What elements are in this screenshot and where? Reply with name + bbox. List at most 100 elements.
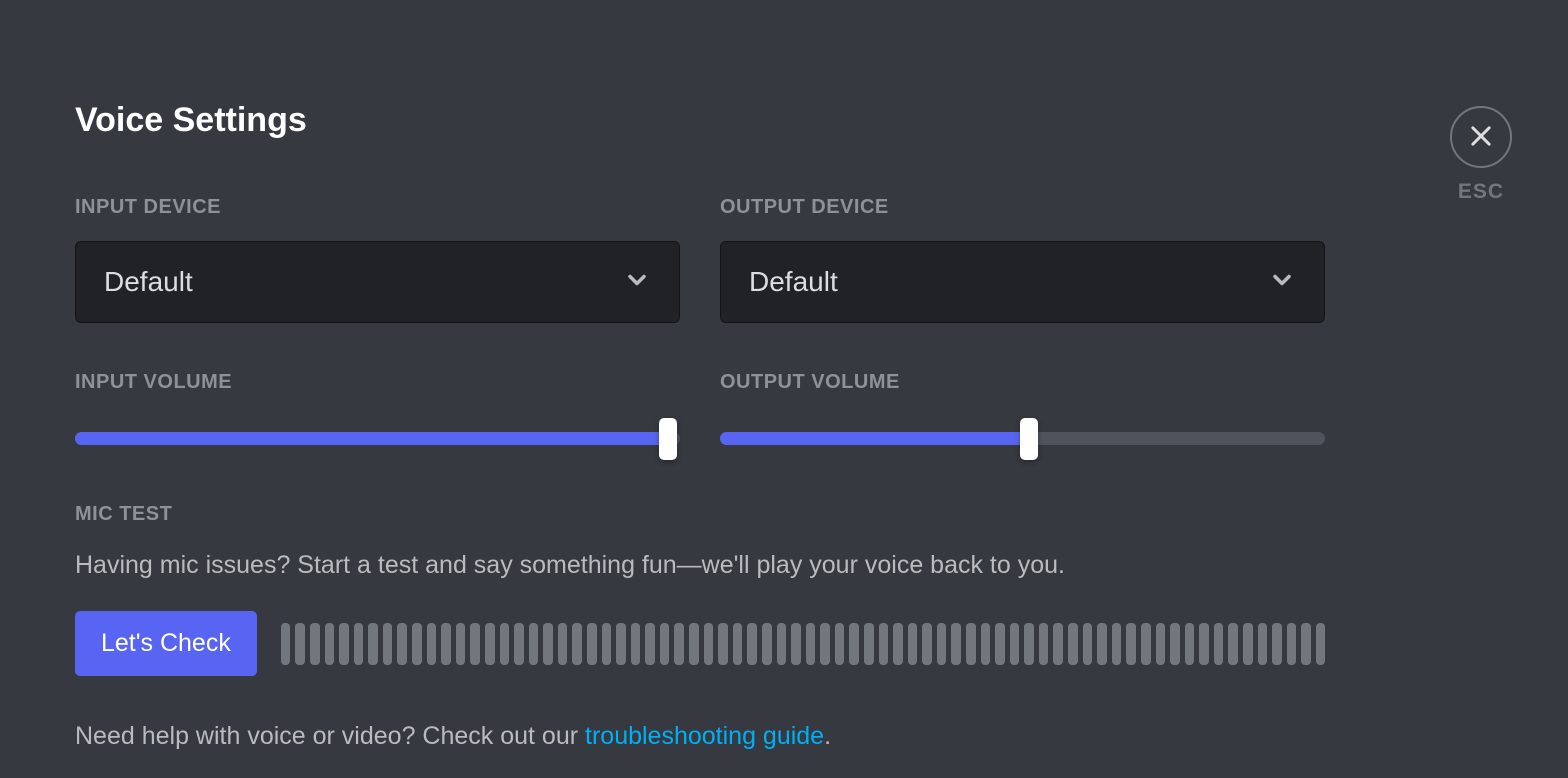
mic-level-bar xyxy=(543,623,553,665)
mic-level-bar xyxy=(441,623,451,665)
mic-level-bar xyxy=(514,623,524,665)
mic-level-bar xyxy=(937,623,947,665)
mic-level-bar xyxy=(966,623,976,665)
mic-level-bar xyxy=(631,623,641,665)
input-device-value: Default xyxy=(104,266,193,298)
mic-level-bar xyxy=(1287,623,1297,665)
output-volume-slider[interactable] xyxy=(720,432,1325,445)
mic-level-meter xyxy=(281,623,1325,665)
mic-level-bar xyxy=(1170,623,1180,665)
output-device-label: OUTPUT DEVICE xyxy=(720,196,1325,219)
mic-level-bar xyxy=(1272,623,1282,665)
output-volume-fill xyxy=(720,432,1029,445)
help-prefix: Need help with voice or video? Check out… xyxy=(75,722,585,750)
input-device-col: INPUT DEVICE Default xyxy=(75,196,680,323)
mic-level-bar xyxy=(281,623,291,665)
input-device-select[interactable]: Default xyxy=(75,241,680,323)
volume-row: INPUT VOLUME OUTPUT VOLUME xyxy=(75,371,1325,445)
chevron-down-icon xyxy=(623,266,651,299)
esc-label: ESC xyxy=(1458,180,1504,204)
mic-level-bar xyxy=(1185,623,1195,665)
input-volume-col: INPUT VOLUME xyxy=(75,371,680,445)
mic-level-bar xyxy=(1126,623,1136,665)
mic-level-bar xyxy=(339,623,349,665)
mic-level-bar xyxy=(1083,623,1093,665)
output-device-value: Default xyxy=(749,266,838,298)
input-volume-slider[interactable] xyxy=(75,432,680,445)
input-volume-label: INPUT VOLUME xyxy=(75,371,680,394)
output-volume-label: OUTPUT VOLUME xyxy=(720,371,1325,394)
mic-level-bar xyxy=(762,623,772,665)
close-button[interactable] xyxy=(1450,106,1512,168)
mic-level-bar xyxy=(572,623,582,665)
mic-level-bar xyxy=(1112,623,1122,665)
mic-level-bar xyxy=(908,623,918,665)
mic-level-bar xyxy=(1228,623,1238,665)
input-device-label: INPUT DEVICE xyxy=(75,196,680,219)
mic-level-bar xyxy=(645,623,655,665)
input-volume-thumb[interactable] xyxy=(659,418,677,460)
output-device-select[interactable]: Default xyxy=(720,241,1325,323)
mic-level-bar xyxy=(1199,623,1209,665)
mic-level-bar xyxy=(1068,623,1078,665)
mic-level-bar xyxy=(1243,623,1253,665)
mic-level-bar xyxy=(529,623,539,665)
mic-level-bar xyxy=(733,623,743,665)
mic-test-row: Let's Check xyxy=(75,611,1325,676)
mic-level-bar xyxy=(951,623,961,665)
mic-level-bar xyxy=(558,623,568,665)
mic-level-bar xyxy=(864,623,874,665)
mic-level-bar xyxy=(1301,623,1311,665)
troubleshooting-link[interactable]: troubleshooting guide xyxy=(585,722,824,750)
lets-check-button[interactable]: Let's Check xyxy=(75,611,257,676)
mic-level-bar xyxy=(368,623,378,665)
mic-level-bar xyxy=(1214,623,1224,665)
mic-level-bar xyxy=(397,623,407,665)
mic-level-bar xyxy=(1024,623,1034,665)
mic-level-bar xyxy=(791,623,801,665)
page-title: Voice Settings xyxy=(75,101,1325,140)
help-text: Need help with voice or video? Check out… xyxy=(75,722,1325,751)
mic-level-bar xyxy=(295,623,305,665)
output-volume-thumb[interactable] xyxy=(1020,418,1038,460)
mic-level-bar xyxy=(470,623,480,665)
mic-level-bar xyxy=(660,623,670,665)
mic-level-bar xyxy=(806,623,816,665)
mic-level-bar xyxy=(777,623,787,665)
mic-level-bar xyxy=(1053,623,1063,665)
mic-level-bar xyxy=(427,623,437,665)
mic-level-bar xyxy=(383,623,393,665)
mic-level-bar xyxy=(456,623,466,665)
mic-level-bar xyxy=(704,623,714,665)
mic-level-bar xyxy=(849,623,859,665)
mic-level-bar xyxy=(922,623,932,665)
input-volume-fill xyxy=(75,432,668,445)
mic-level-bar xyxy=(1039,623,1049,665)
mic-level-bar xyxy=(1141,623,1151,665)
mic-level-bar xyxy=(820,623,830,665)
mic-level-bar xyxy=(1097,623,1107,665)
mic-level-bar xyxy=(981,623,991,665)
mic-level-bar xyxy=(893,623,903,665)
chevron-down-icon xyxy=(1268,266,1296,299)
mic-level-bar xyxy=(835,623,845,665)
close-wrapper: ESC xyxy=(1450,106,1512,204)
mic-test-description: Having mic issues? Start a test and say … xyxy=(75,548,1325,583)
mic-test-section: MIC TEST Having mic issues? Start a test… xyxy=(75,503,1325,676)
mic-level-bar xyxy=(500,623,510,665)
mic-level-bar xyxy=(310,623,320,665)
mic-level-bar xyxy=(616,623,626,665)
mic-level-bar xyxy=(718,623,728,665)
mic-level-bar xyxy=(689,623,699,665)
mic-level-bar xyxy=(674,623,684,665)
output-device-col: OUTPUT DEVICE Default xyxy=(720,196,1325,323)
close-icon xyxy=(1467,122,1495,153)
mic-level-bar xyxy=(1316,623,1325,665)
mic-level-bar xyxy=(1010,623,1020,665)
mic-level-bar xyxy=(1258,623,1268,665)
mic-test-label: MIC TEST xyxy=(75,503,1325,526)
mic-level-bar xyxy=(1156,623,1166,665)
mic-level-bar xyxy=(325,623,335,665)
mic-level-bar xyxy=(602,623,612,665)
device-row: INPUT DEVICE Default OUTPUT DEVICE Defau… xyxy=(75,196,1325,323)
